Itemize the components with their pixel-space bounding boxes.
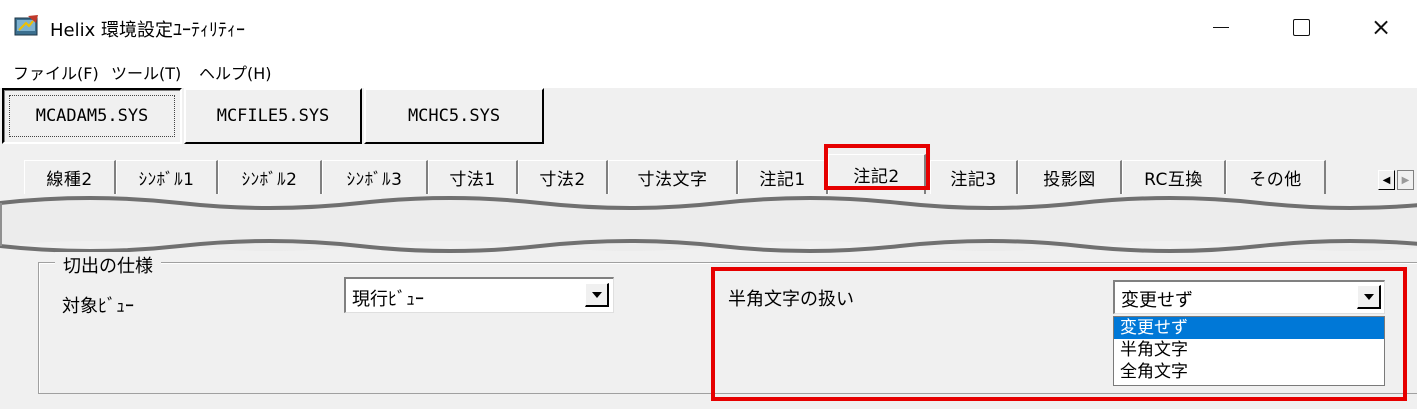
tab-label: 線種2 xyxy=(46,170,93,190)
close-icon: × xyxy=(1370,13,1392,41)
tab-dimension2[interactable]: 寸法2 xyxy=(518,160,608,194)
title-bar: Helix 環境設定ﾕｰﾃｨﾘﾃｨｰ × xyxy=(0,0,1417,54)
file-tab-mcadam5[interactable]: MCADAM5.SYS xyxy=(2,88,182,144)
menu-tools[interactable]: ツール(T) xyxy=(111,60,181,84)
tab-label: ｼﾝﾎﾞﾙ2 xyxy=(241,170,298,190)
tab-dimension-text[interactable]: 寸法文字 xyxy=(608,160,738,194)
tab-symbol2[interactable]: ｼﾝﾎﾞﾙ2 xyxy=(218,160,322,194)
tab-label: ｼﾝﾎﾞﾙ1 xyxy=(138,170,195,190)
menu-help[interactable]: ヘルプ(H) xyxy=(199,60,272,84)
menu-file[interactable]: ファイル(F) xyxy=(13,60,99,84)
target-view-value: 現行ﾋﾞｭｰ xyxy=(352,289,424,310)
file-tab-label: MCHC5.SYS xyxy=(407,106,501,126)
arrow-right-icon: ▶ xyxy=(1401,174,1410,186)
tab-label: 寸法文字 xyxy=(637,170,708,190)
tab-label: 寸法1 xyxy=(449,170,496,190)
file-tab-mcfile5[interactable]: MCFILE5.SYS xyxy=(184,88,362,144)
minimize-button[interactable] xyxy=(1181,0,1261,54)
tab-scroll-right-button[interactable]: ▶ xyxy=(1397,170,1414,190)
omitted-section-band xyxy=(0,196,1417,253)
tab-label: 投影図 xyxy=(1043,170,1096,190)
window-title: Helix 環境設定ﾕｰﾃｨﾘﾃｨｰ xyxy=(50,20,245,41)
menu-bar: ファイル(F) ツール(T) ヘルプ(H) xyxy=(0,54,1417,88)
target-view-label: 対象ﾋﾞｭｰ xyxy=(62,296,134,317)
tab-symbol1[interactable]: ｼﾝﾎﾞﾙ1 xyxy=(116,160,218,194)
tab-rc-compat[interactable]: RC互換 xyxy=(1122,160,1226,194)
tab-label: RC互換 xyxy=(1144,170,1203,190)
minimize-icon xyxy=(1213,26,1229,28)
tab-label: ｼﾝﾎﾞﾙ3 xyxy=(346,170,403,190)
tab-label: 注記1 xyxy=(759,170,806,190)
halfwidth-highlight-box xyxy=(711,267,1407,401)
tab-label: その他 xyxy=(1249,170,1302,190)
group-title: 切出の仕様 xyxy=(55,252,161,278)
tab-symbol3[interactable]: ｼﾝﾎﾞﾙ3 xyxy=(322,160,428,194)
file-tab-mchc5[interactable]: MCHC5.SYS xyxy=(364,88,544,144)
tab-linetype2[interactable]: 線種2 xyxy=(24,160,116,194)
tab-note1[interactable]: 注記1 xyxy=(738,160,828,194)
maximize-button[interactable] xyxy=(1261,0,1341,54)
tab-other[interactable]: その他 xyxy=(1226,160,1326,194)
chevron-down-icon xyxy=(591,291,602,298)
file-tab-label: MCFILE5.SYS xyxy=(216,106,330,126)
focus-rect xyxy=(9,95,175,137)
close-button[interactable]: × xyxy=(1341,0,1417,54)
target-view-dropdown-button[interactable] xyxy=(585,283,609,307)
arrow-left-icon: ◀ xyxy=(1382,174,1391,186)
tab-scroll-left-button[interactable]: ◀ xyxy=(1378,170,1395,190)
tab-label: 寸法2 xyxy=(539,170,586,190)
tab-note3[interactable]: 注記3 xyxy=(930,160,1018,194)
tab-dimension1[interactable]: 寸法1 xyxy=(428,160,518,194)
maximize-icon xyxy=(1292,18,1310,36)
target-view-select[interactable]: 現行ﾋﾞｭｰ xyxy=(344,277,614,313)
tab-label: 注記3 xyxy=(950,170,997,190)
tab-highlight-box xyxy=(824,144,930,190)
tab-projection[interactable]: 投影図 xyxy=(1018,160,1122,194)
app-icon xyxy=(14,14,40,38)
